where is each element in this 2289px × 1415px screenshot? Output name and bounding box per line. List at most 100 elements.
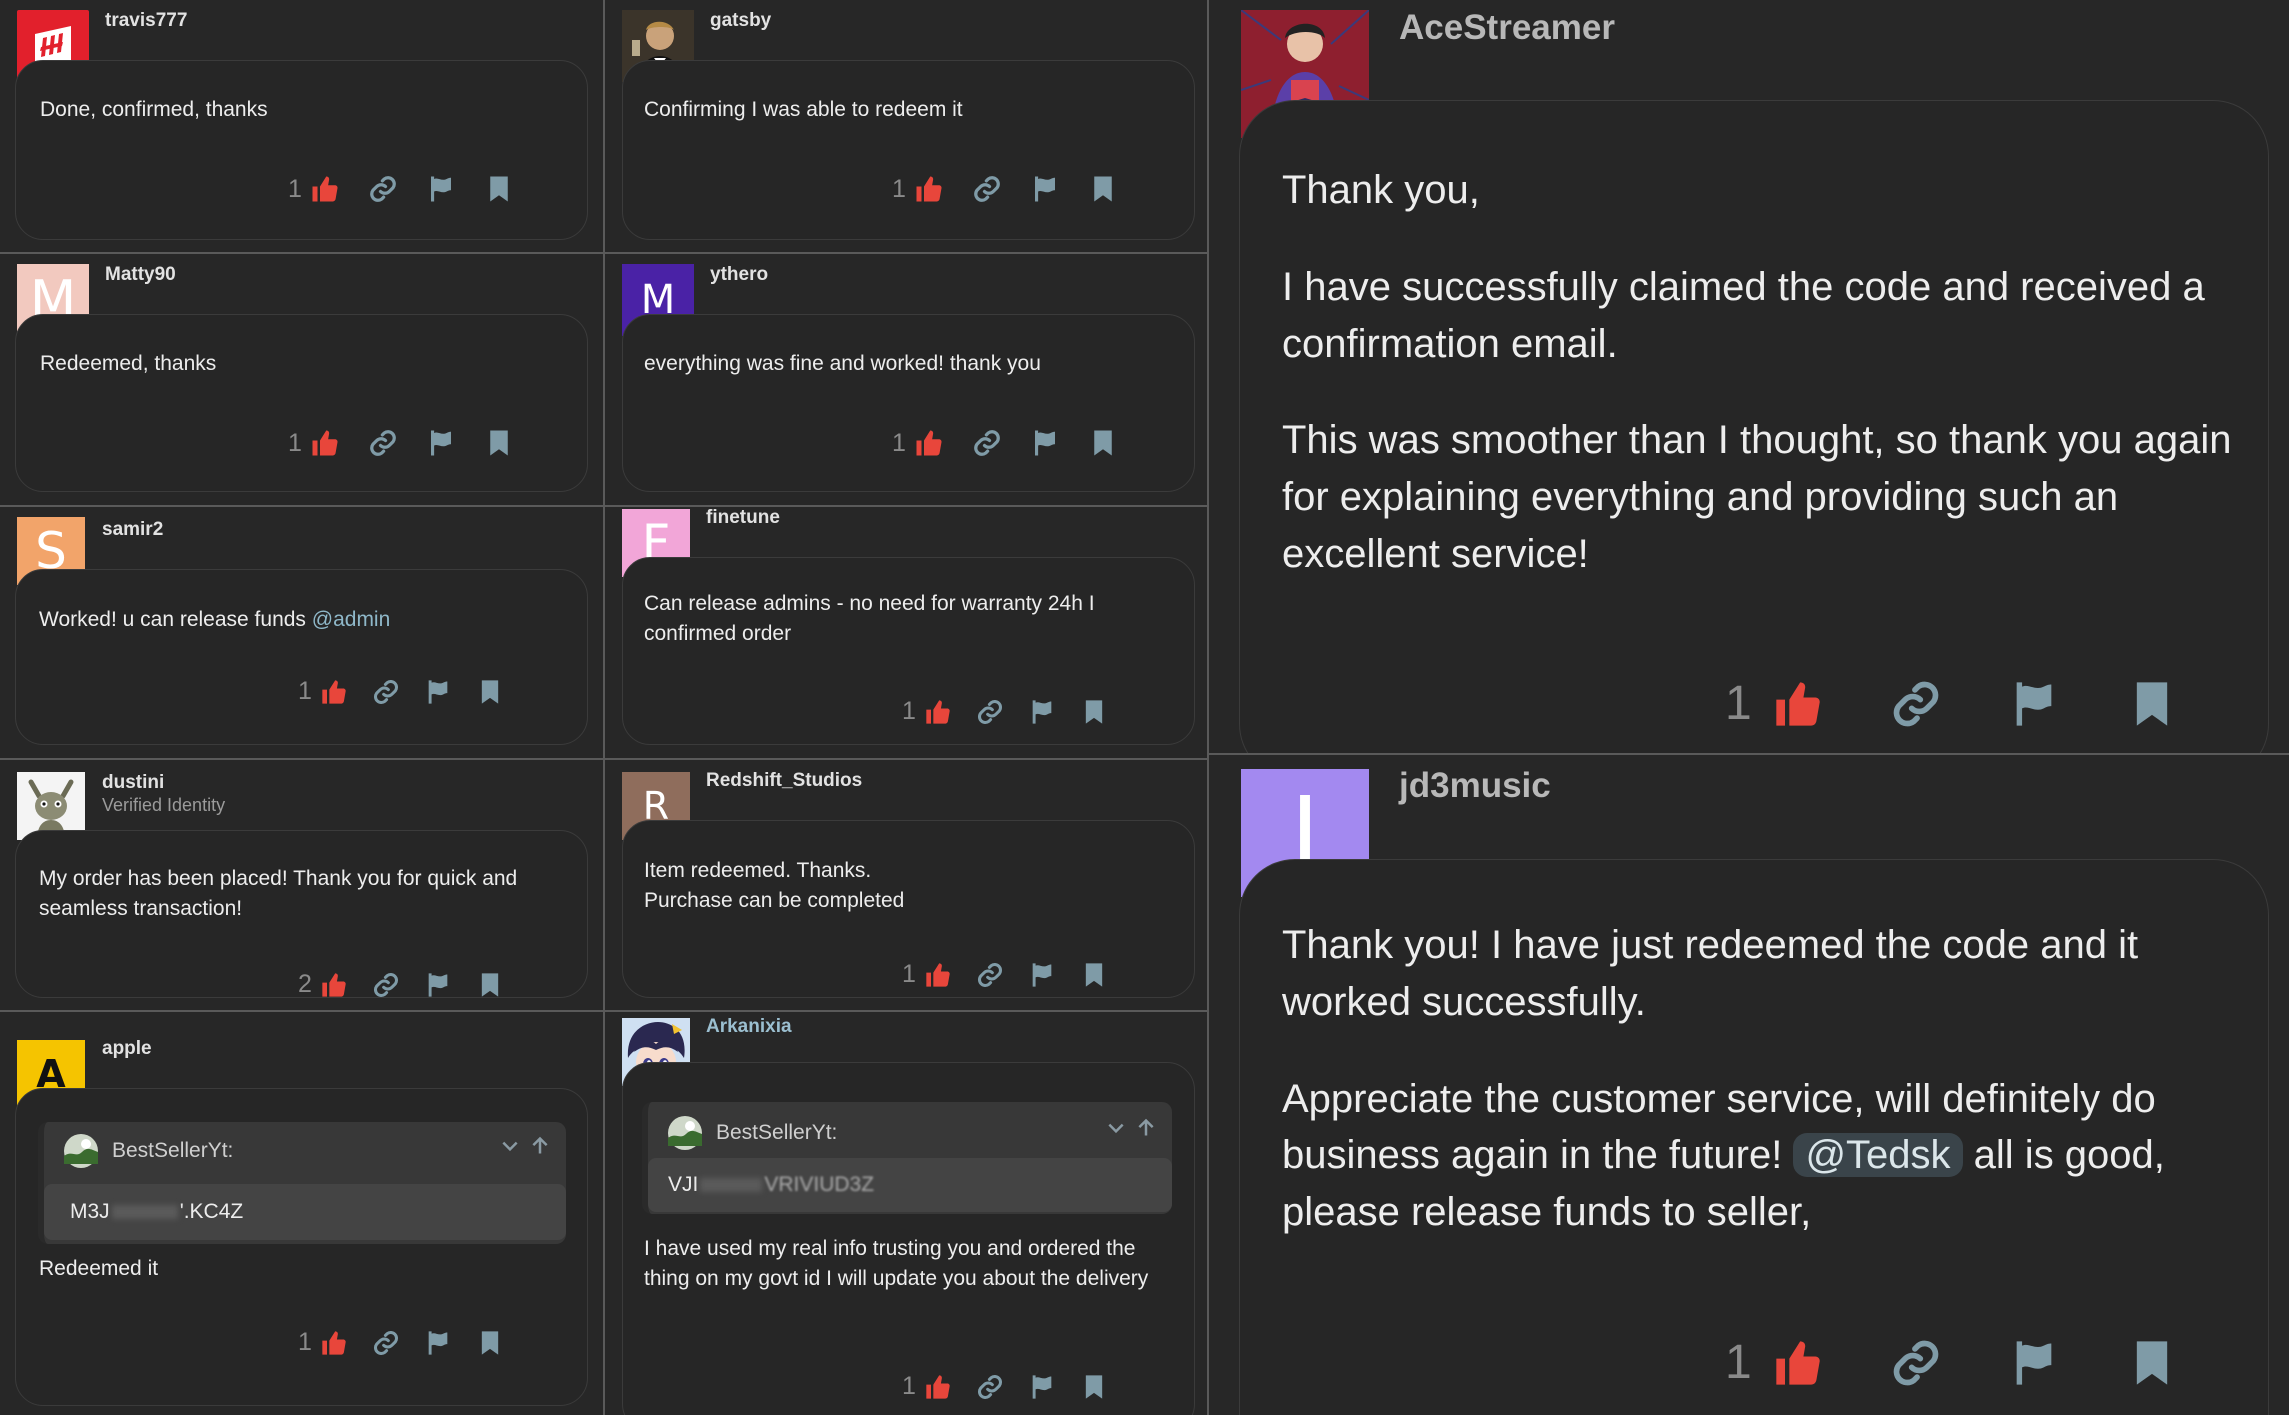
bookmark-icon[interactable]: [1088, 428, 1118, 458]
like-button[interactable]: 1: [298, 1328, 348, 1357]
bookmark-icon[interactable]: [476, 678, 504, 706]
post: S samir2 Worked! u can release funds @ad…: [0, 507, 603, 758]
like-button[interactable]: 1: [892, 428, 944, 458]
like-button[interactable]: 1: [288, 174, 340, 204]
post-actions: 1: [902, 960, 1108, 989]
flag-icon[interactable]: [426, 428, 456, 458]
like-button[interactable]: 1: [902, 697, 952, 726]
redacted-code-blur: [700, 1178, 763, 1192]
username[interactable]: dustini: [102, 772, 164, 794]
flag-icon[interactable]: [1030, 174, 1060, 204]
like-button[interactable]: 1: [288, 428, 340, 458]
bookmark-icon[interactable]: [476, 1329, 504, 1357]
username[interactable]: ythero: [710, 264, 768, 286]
post-text: I have used my real info trusting you an…: [644, 1237, 1149, 1291]
post: gatsby Confirming I was able to redeem i…: [605, 0, 1207, 252]
post-paragraph: I have successfully claimed the code and…: [1282, 264, 2205, 366]
like-button[interactable]: 1: [892, 174, 944, 204]
post-card: [15, 60, 588, 240]
like-count: 1: [1725, 1336, 1752, 1389]
bookmark-icon[interactable]: [2126, 678, 2178, 730]
like-button[interactable]: 1: [1725, 1335, 1824, 1390]
like-count: 1: [288, 174, 302, 203]
flag-icon[interactable]: [1030, 428, 1060, 458]
username[interactable]: Matty90: [105, 264, 176, 286]
quote-controls: [1106, 1118, 1156, 1138]
quote-author[interactable]: BestSellerYt:: [112, 1139, 233, 1163]
username[interactable]: samir2: [102, 519, 163, 541]
link-icon[interactable]: [372, 971, 400, 999]
like-button[interactable]: 2: [298, 970, 348, 999]
link-icon[interactable]: [976, 961, 1004, 989]
bookmark-icon[interactable]: [1088, 174, 1118, 204]
chevron-down-icon[interactable]: [500, 1136, 520, 1156]
arrow-up-icon[interactable]: [1136, 1118, 1156, 1138]
chevron-down-icon[interactable]: [1106, 1118, 1126, 1138]
like-button[interactable]: 1: [902, 960, 952, 989]
quoted-message: BestSellerYt: M3J '.KC4Z: [38, 1122, 566, 1244]
quote-author[interactable]: BestSellerYt:: [716, 1121, 837, 1145]
link-icon[interactable]: [372, 1329, 400, 1357]
bookmark-icon[interactable]: [1080, 1373, 1108, 1401]
like-count: 1: [902, 697, 916, 725]
username[interactable]: finetune: [706, 507, 780, 529]
username[interactable]: jd3music: [1399, 766, 1551, 806]
mention-link[interactable]: @admin: [312, 608, 391, 631]
flag-icon[interactable]: [2008, 1337, 2060, 1389]
thumbs-up-icon: [1776, 681, 1820, 726]
mention-chip[interactable]: @Tedsk: [1793, 1133, 1963, 1178]
post-card: [622, 314, 1195, 492]
bookmark-icon[interactable]: [484, 428, 514, 458]
like-button[interactable]: 1: [1725, 676, 1824, 731]
bookmark-icon[interactable]: [1080, 698, 1108, 726]
username[interactable]: Redshift_Studios: [706, 770, 862, 792]
flag-icon[interactable]: [1028, 961, 1056, 989]
post: J jd3music Thank you! I have just redeem…: [1209, 755, 2289, 1415]
username[interactable]: Arkanixia: [706, 1016, 792, 1038]
post: Arkanixia BestSellerYt: VJI VRIVIUD3Z I …: [605, 1012, 1207, 1415]
link-icon[interactable]: [976, 698, 1004, 726]
username[interactable]: travis777: [105, 10, 187, 32]
post-text: Can release admins - no need for warrant…: [644, 592, 1095, 646]
post-text-line: Item redeemed. Thanks.: [644, 859, 872, 882]
username[interactable]: apple: [102, 1038, 152, 1060]
thumbs-up-icon: [322, 679, 346, 704]
link-icon[interactable]: [976, 1373, 1004, 1401]
bookmark-icon[interactable]: [2126, 1337, 2178, 1389]
thumbs-up-icon: [926, 699, 950, 724]
like-button[interactable]: 1: [902, 1372, 952, 1401]
flag-icon[interactable]: [424, 971, 452, 999]
post: M Matty90 Redeemed, thanks 1: [0, 254, 603, 505]
post: M ythero everything was fine and worked!…: [605, 254, 1207, 505]
post-card: [622, 60, 1195, 240]
link-icon[interactable]: [972, 428, 1002, 458]
quote-body: M3J '.KC4Z: [44, 1184, 566, 1240]
username[interactable]: AceStreamer: [1399, 8, 1615, 48]
like-count: 1: [1725, 677, 1752, 730]
arrow-up-icon[interactable]: [530, 1136, 550, 1156]
quote-author-avatar: [668, 1116, 702, 1150]
flag-icon[interactable]: [424, 1329, 452, 1357]
like-button[interactable]: 1: [298, 677, 348, 706]
link-icon[interactable]: [368, 174, 398, 204]
bookmark-icon[interactable]: [1080, 961, 1108, 989]
link-icon[interactable]: [972, 174, 1002, 204]
link-icon[interactable]: [1890, 1337, 1942, 1389]
thumbs-up-icon: [322, 1330, 346, 1355]
flag-icon[interactable]: [1028, 698, 1056, 726]
username[interactable]: gatsby: [710, 10, 771, 32]
verified-identity-label: Verified Identity: [102, 795, 226, 815]
link-icon[interactable]: [372, 678, 400, 706]
bookmark-icon[interactable]: [484, 174, 514, 204]
link-icon[interactable]: [368, 428, 398, 458]
flag-icon[interactable]: [1028, 1373, 1056, 1401]
quote-code-end: '.KC4Z: [179, 1200, 244, 1223]
flag-icon[interactable]: [424, 678, 452, 706]
link-icon[interactable]: [1890, 678, 1942, 730]
flag-icon[interactable]: [426, 174, 456, 204]
post-actions: 1: [298, 1328, 504, 1357]
bookmark-icon[interactable]: [476, 971, 504, 999]
quote-code-start: VJI: [668, 1173, 699, 1196]
flag-icon[interactable]: [2008, 678, 2060, 730]
post-actions: 1: [298, 677, 504, 706]
